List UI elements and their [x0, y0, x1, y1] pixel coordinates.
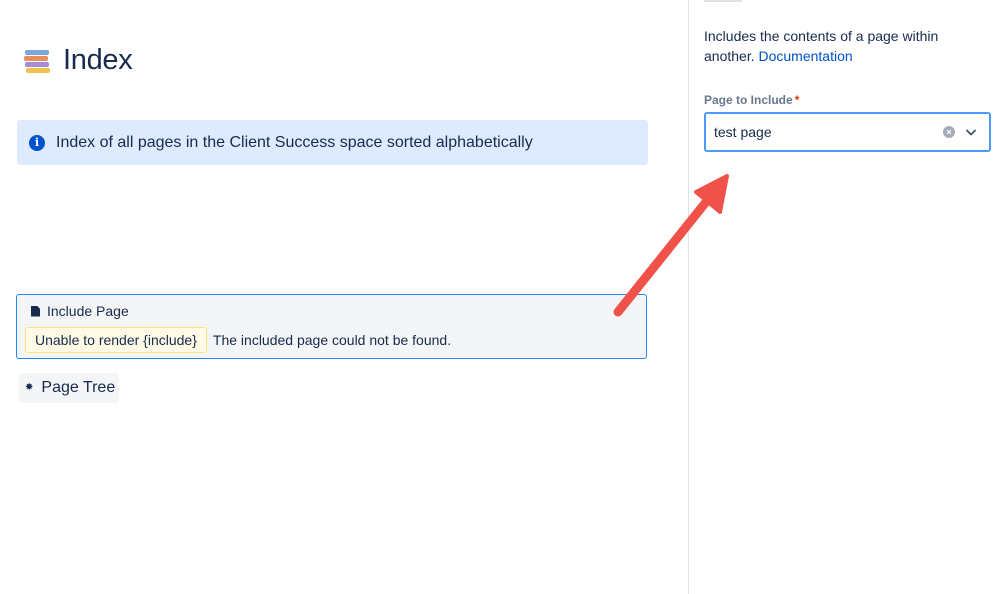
page-tree-macro[interactable]: ✸ Page Tree [19, 373, 120, 403]
confluence-page: Index i Index of all pages in the Client… [0, 0, 999, 594]
info-icon: i [29, 134, 45, 151]
page-to-include-label: Page to Include * [704, 93, 799, 107]
include-macro-title: Include Page [47, 303, 129, 319]
info-panel-text[interactable]: Index of all pages in the Client Success… [56, 134, 533, 152]
page-title-row: Index [23, 44, 133, 77]
render-error-message: The included page could not be found. [212, 332, 452, 348]
macro-config-panel: Includes the contents of a page within a… [688, 0, 999, 594]
page-to-include-select[interactable]: test page × [704, 112, 991, 152]
document-icon [31, 305, 40, 317]
clear-icon[interactable]: × [943, 126, 955, 138]
panel-top-tab [704, 0, 742, 2]
macro-description: Includes the contents of a page within a… [704, 26, 974, 66]
field-label-text: Page to Include [704, 93, 793, 107]
render-error-chip: Unable to render {include} [25, 327, 207, 353]
books-icon [23, 47, 51, 75]
puzzle-icon: ✸ [25, 382, 34, 393]
include-macro-header: Include Page [31, 303, 129, 319]
documentation-link[interactable]: Documentation [759, 48, 853, 64]
include-page-macro[interactable]: Include Page Unable to render {include} … [16, 294, 647, 359]
info-panel[interactable]: i Index of all pages in the Client Succe… [17, 120, 648, 165]
page-title[interactable]: Index [63, 44, 133, 77]
include-macro-body: Unable to render {include} The included … [25, 327, 451, 353]
required-marker: * [794, 93, 800, 107]
selected-page-value[interactable]: test page [706, 124, 943, 140]
chevron-down-icon[interactable] [965, 126, 977, 138]
page-tree-label: Page Tree [41, 379, 116, 396]
editor-canvas[interactable]: Index i Index of all pages in the Client… [0, 0, 688, 594]
